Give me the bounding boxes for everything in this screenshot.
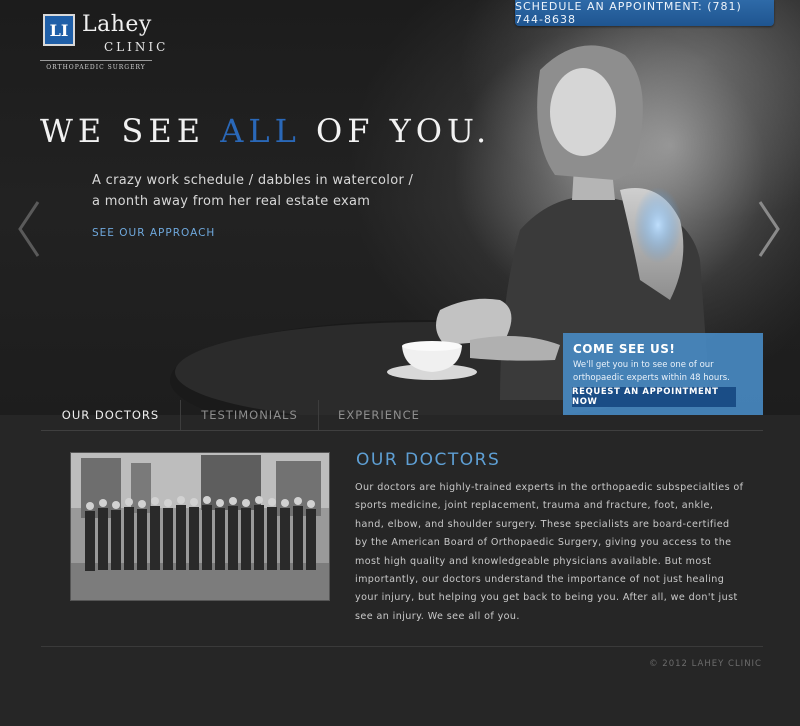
next-slide-arrow-icon[interactable] [756,200,782,258]
hero-tagline: A crazy work schedule / dabbles in water… [92,170,422,212]
headline-part-1: WE SEE [40,112,206,150]
cta-text: We'll get you in to see one of our ortho… [573,360,730,383]
hero-banner: LI Lahey CLINIC ORTHOPAEDIC SURGERY SCHE… [0,0,800,415]
tagline-line-1: A crazy work schedule / dabbles in water… [92,173,414,188]
logo-mark-icon: LI [43,14,75,46]
headline-part-2: OF YOU. [316,112,492,150]
cta-title: COME SEE US! [573,342,676,356]
logo-subtitle: ORTHOPAEDIC SURGERY [46,64,146,71]
lahey-logo[interactable]: LI Lahey CLINIC ORTHOPAEDIC SURGERY [40,10,165,71]
logo-clinic: CLINIC [104,40,169,54]
see-our-approach-link[interactable]: SEE OUR APPROACH [92,227,215,239]
headline-accent: ALL [220,112,301,150]
tab-divider [41,430,763,431]
copyright-text: © 2012 LAHEY CLINIC [649,659,762,669]
tab-our-doctors[interactable]: OUR DOCTORS [41,400,181,430]
tagline-line-2: a month away from her real estate exam [92,194,371,209]
footer-divider [41,646,763,647]
logo-name: Lahey [82,12,152,37]
doctors-description: Our doctors are highly-trained experts i… [355,482,744,622]
previous-slide-arrow-icon[interactable] [16,200,42,258]
logo-divider [40,60,152,61]
doctors-group-photo [70,452,330,601]
schedule-appointment-button[interactable]: SCHEDULE AN APPOINTMENT: (781) 744-8638 [515,0,774,26]
content-tabs: OUR DOCTORS TESTIMONIALS EXPERIENCE [41,400,763,430]
tab-experience[interactable]: EXPERIENCE [319,400,439,430]
tab-testimonials[interactable]: TESTIMONIALS [181,400,319,430]
hero-headline: WE SEE ALL OF YOU. [40,112,491,150]
section-title: OUR DOCTORS [356,450,501,470]
